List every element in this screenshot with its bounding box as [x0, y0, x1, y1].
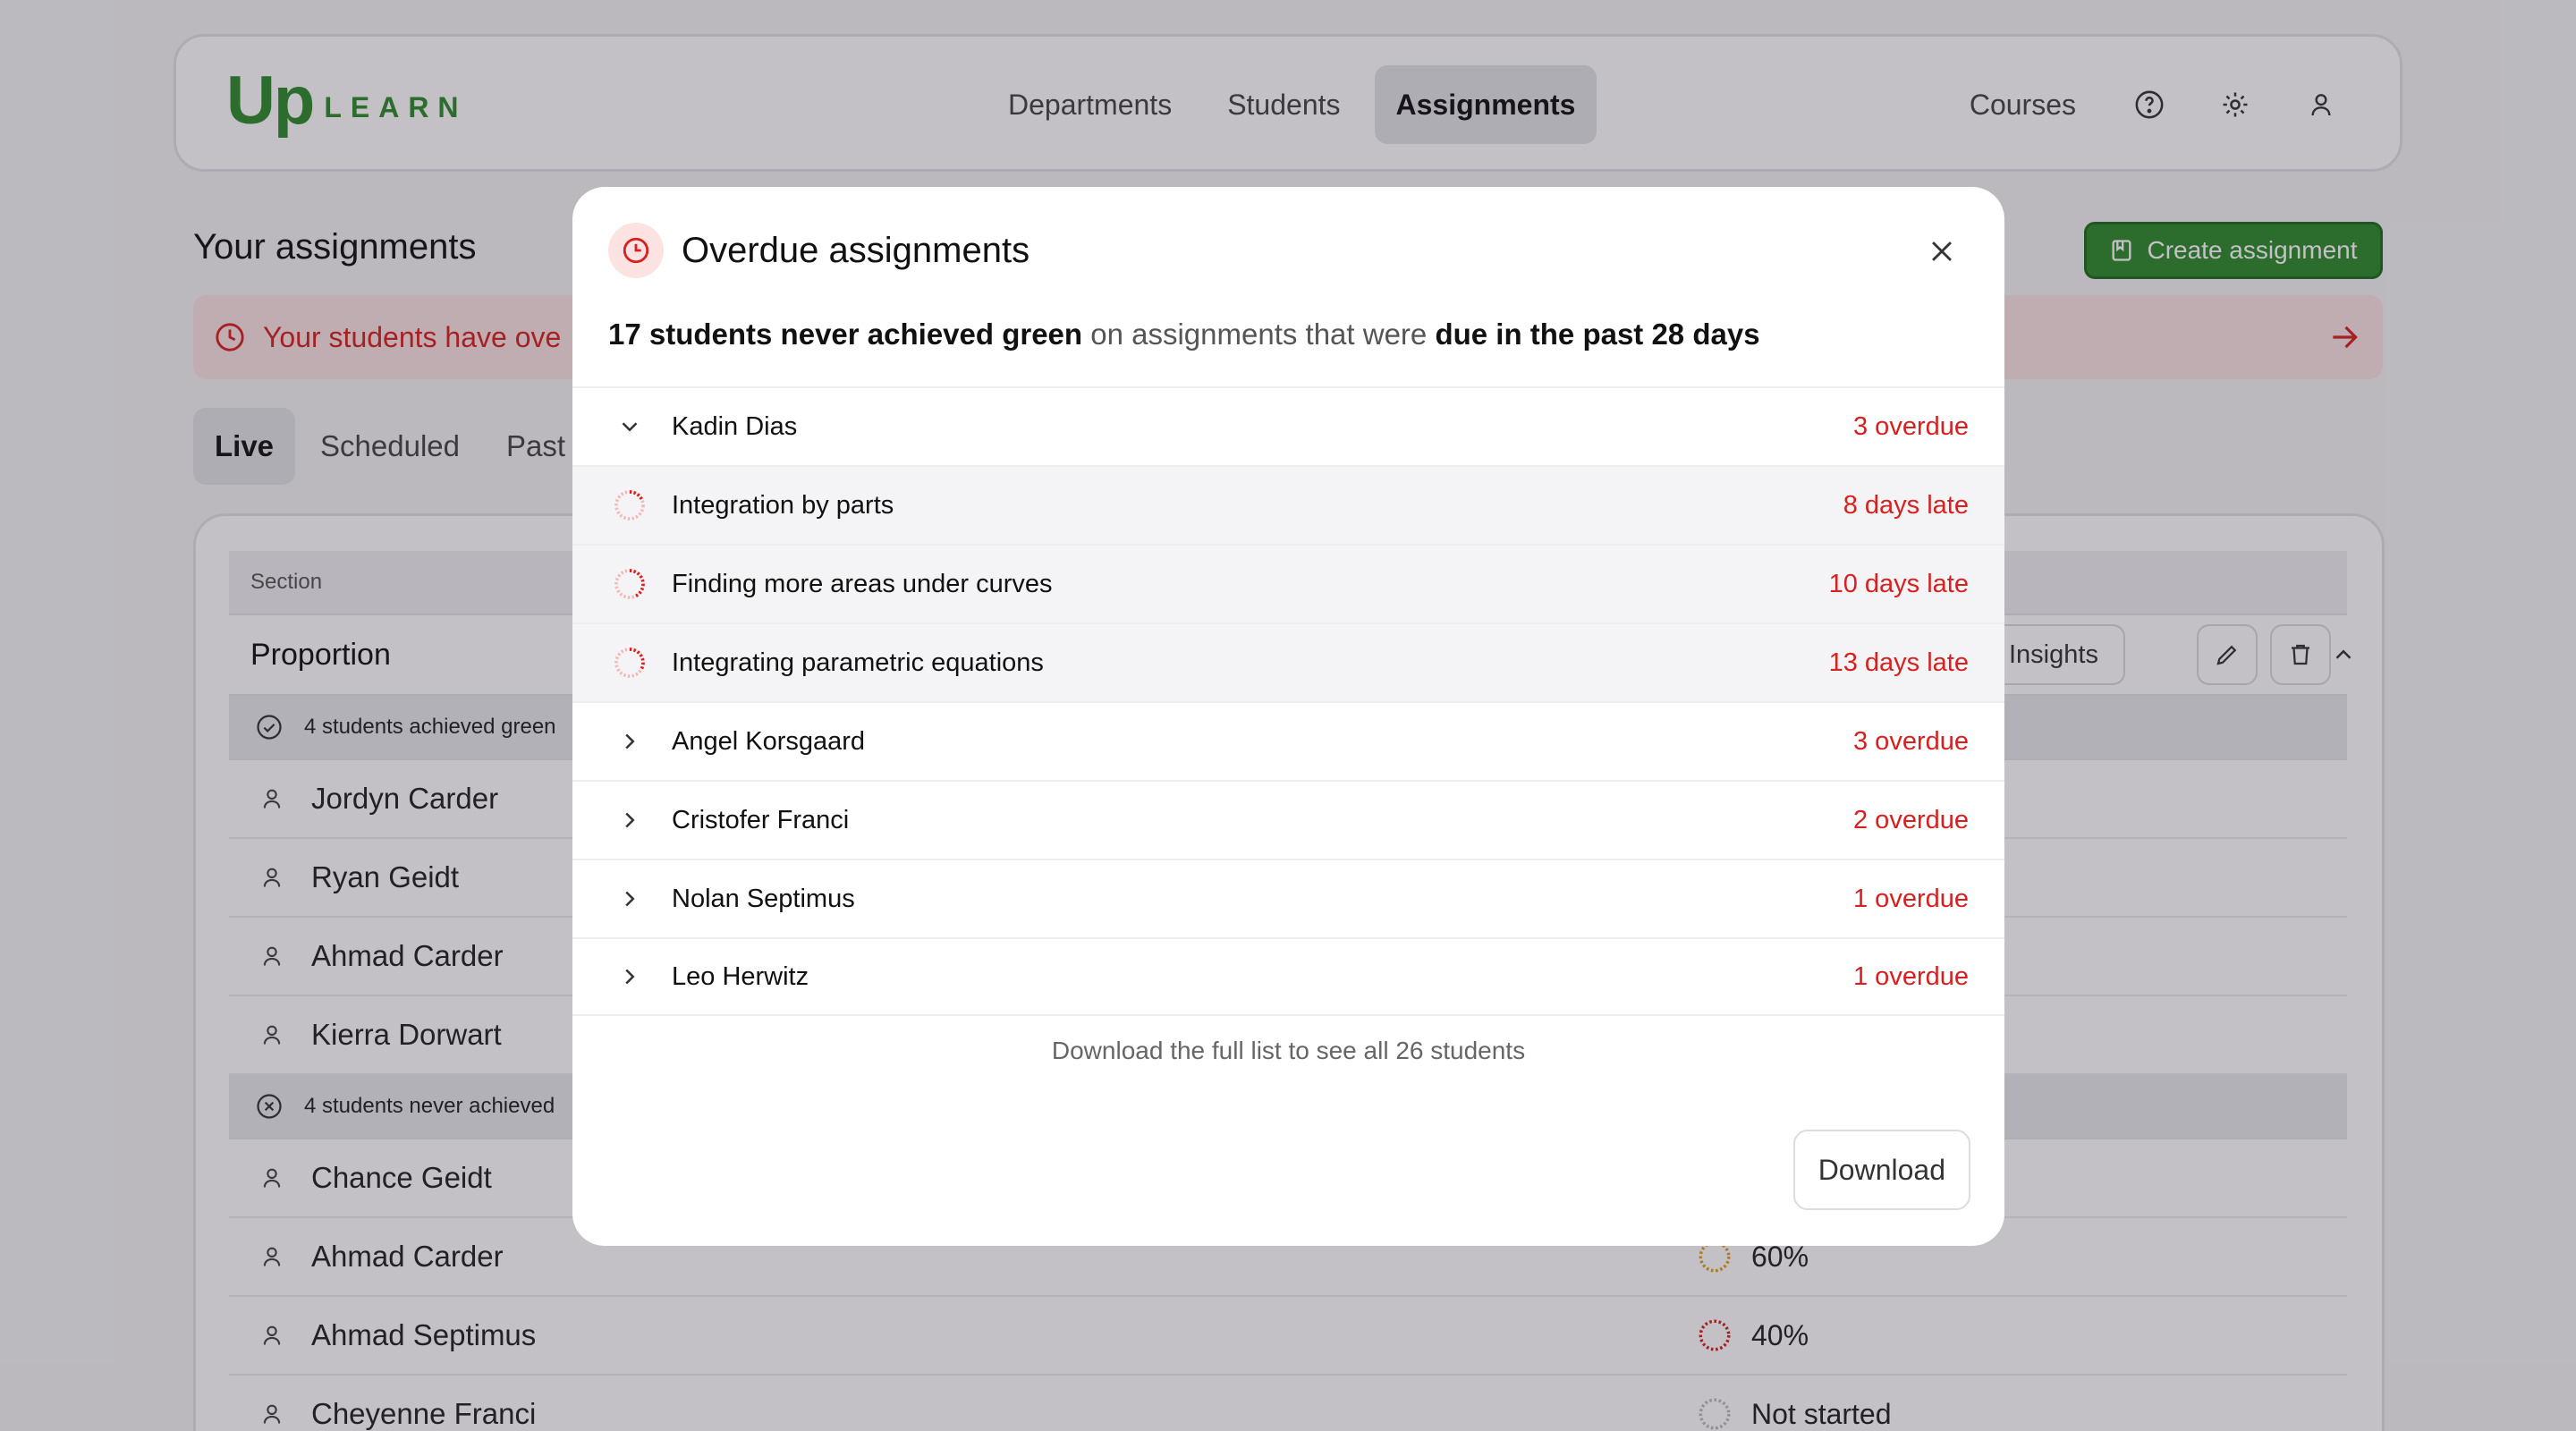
chevron-right-icon[interactable]	[609, 878, 650, 919]
assignment-row[interactable]: Finding more areas under curves 10 days …	[572, 544, 2004, 622]
days-late: 8 days late	[1843, 490, 1969, 520]
overdue-count: 3 overdue	[1853, 726, 1969, 756]
download-footnote: Download the full list to see all 26 stu…	[1051, 1037, 1526, 1064]
days-late: 13 days late	[1828, 648, 1969, 677]
assignment-row[interactable]: Integrating parametric equations 13 days…	[572, 622, 2004, 701]
overdue-list: Kadin Dias 3 overdue Integration by part…	[572, 386, 2004, 1016]
student-row-leo-herwitz[interactable]: Leo Herwitz 1 overdue	[572, 937, 2004, 1016]
student-row-cristofer-franci[interactable]: Cristofer Franci 2 overdue	[572, 780, 2004, 859]
summary-mid: on assignments that were	[1082, 318, 1436, 351]
download-label: Download	[1818, 1153, 1945, 1186]
modal-title: Overdue assignments	[682, 230, 1030, 270]
student-name: Leo Herwitz	[672, 961, 809, 991]
student-name: Cristofer Franci	[672, 805, 850, 834]
student-name: Angel Korsgaard	[672, 726, 866, 756]
overdue-count: 1 overdue	[1853, 961, 1969, 991]
chevron-down-icon[interactable]	[609, 406, 650, 447]
student-row-nolan-septimus[interactable]: Nolan Septimus 1 overdue	[572, 859, 2004, 937]
summary-period: due in the past 28 days	[1435, 318, 1760, 351]
download-button[interactable]: Download	[1792, 1130, 1970, 1210]
student-name: Kadin Dias	[672, 411, 798, 441]
chevron-right-icon[interactable]	[609, 721, 650, 762]
close-modal-button[interactable]	[1924, 233, 1960, 269]
student-row-kadin-dias[interactable]: Kadin Dias 3 overdue	[572, 386, 2004, 465]
summary-count: 17 students never achieved green	[608, 318, 1083, 351]
assignments-page: Up LEARN Departments Students Assignment…	[0, 0, 2576, 1431]
overdue-count: 3 overdue	[1853, 411, 1969, 441]
days-late: 10 days late	[1828, 569, 1969, 598]
clock-icon	[608, 223, 664, 278]
modal-header: Overdue assignments	[608, 223, 1030, 278]
overdue-count: 1 overdue	[1853, 884, 1969, 913]
progress-ring-icon	[609, 485, 650, 526]
progress-ring-icon	[609, 642, 650, 683]
overdue-count: 2 overdue	[1853, 805, 1969, 834]
student-name: Nolan Septimus	[672, 884, 855, 913]
close-icon	[1932, 241, 1952, 261]
overdue-assignments-modal: Overdue assignments 17 students never ac…	[572, 187, 2004, 1246]
chevron-right-icon[interactable]	[609, 956, 650, 997]
modal-summary: 17 students never achieved green on assi…	[608, 318, 1760, 351]
assignment-name: Integration by parts	[672, 490, 894, 520]
student-row-angel-korsgaard[interactable]: Angel Korsgaard 3 overdue	[572, 701, 2004, 780]
assignment-name: Finding more areas under curves	[672, 569, 1053, 598]
assignment-name: Integrating parametric equations	[672, 648, 1044, 677]
progress-ring-icon	[609, 563, 650, 605]
chevron-right-icon[interactable]	[609, 800, 650, 841]
assignment-row[interactable]: Integration by parts 8 days late	[572, 465, 2004, 544]
